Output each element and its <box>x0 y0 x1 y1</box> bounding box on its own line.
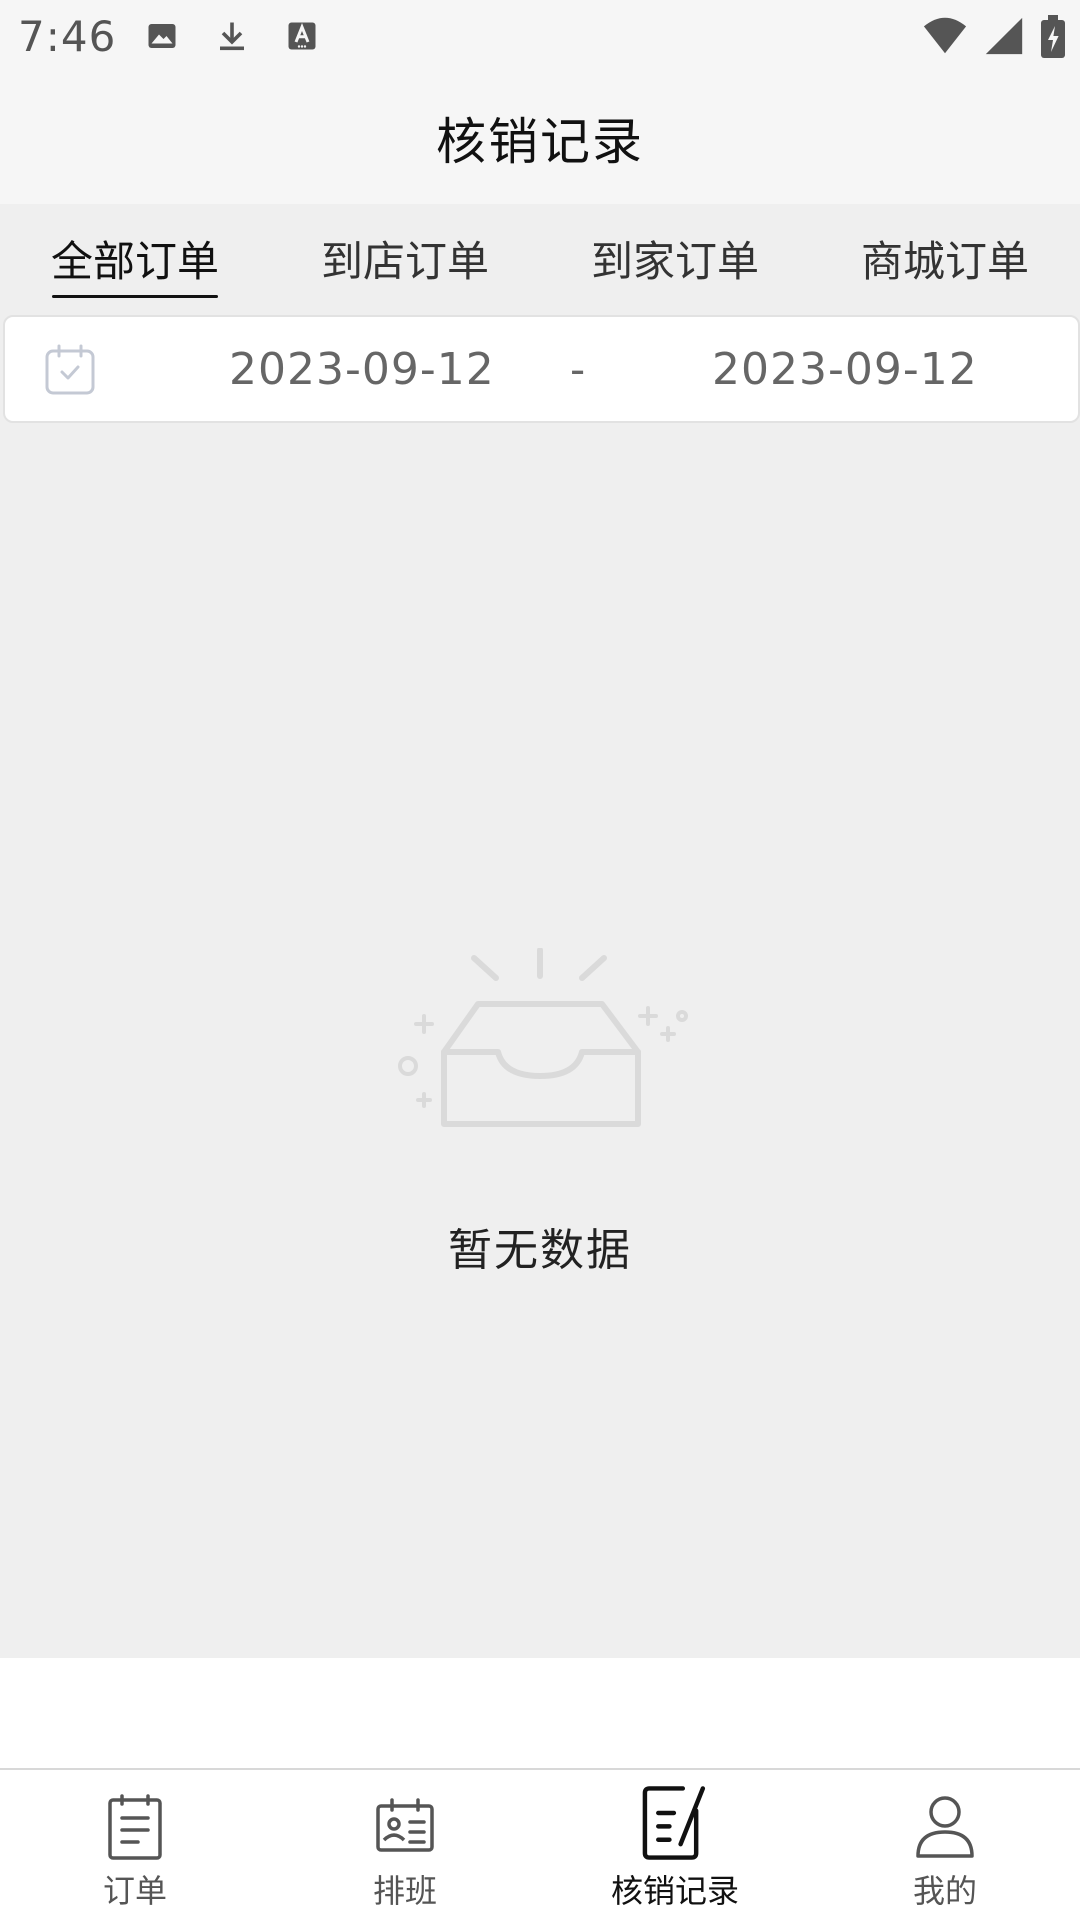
tab-mall-orders[interactable]: 商城订单 <box>810 204 1080 312</box>
nav-item-schedule[interactable]: 排班 <box>270 1770 540 1920</box>
bottom-nav: 订单 排班 核销记录 我的 <box>0 1768 1080 1920</box>
status-time: 7:46 <box>18 11 117 61</box>
tab-all-orders[interactable]: 全部订单 <box>0 204 270 312</box>
wifi-icon <box>923 17 967 54</box>
content-area: 全部订单 到店订单 到家订单 商城订单 2023-09-12 - 2023-09… <box>0 204 1080 1658</box>
signal-icon <box>985 17 1023 55</box>
note-edit-icon <box>642 1786 706 1860</box>
end-date[interactable]: 2023-09-12 <box>712 317 978 421</box>
nav-label-verification-records: 核销记录 <box>610 1872 739 1910</box>
tab-home-orders[interactable]: 到家订单 <box>540 204 810 312</box>
status-icons-right <box>922 14 1066 58</box>
page-title: 核销记录 <box>436 113 644 171</box>
nav-label-mine: 我的 <box>912 1872 977 1910</box>
nav-item-mine[interactable]: 我的 <box>810 1770 1080 1920</box>
tab-store-orders[interactable]: 到店订单 <box>270 204 540 312</box>
calendar-check-icon <box>45 344 95 395</box>
schedule-id-card-icon <box>376 1798 434 1852</box>
nav-item-orders[interactable]: 订单 <box>0 1770 270 1920</box>
user-icon <box>916 1796 974 1858</box>
app-header: 核销记录 <box>0 72 1080 204</box>
nav-label-orders: 订单 <box>102 1872 167 1910</box>
nav-label-schedule: 排班 <box>372 1872 437 1910</box>
status-icons-left <box>144 18 320 54</box>
order-tabs: 全部订单 到店订单 到家订单 商城订单 <box>0 204 1080 312</box>
start-date[interactable]: 2023-09-12 <box>229 317 495 421</box>
date-range-picker[interactable]: 2023-09-12 - 2023-09-12 <box>3 315 1080 423</box>
battery-charging-icon <box>1041 15 1065 58</box>
image-icon <box>148 24 176 48</box>
document-list-icon <box>108 1794 162 1860</box>
date-separator: - <box>570 344 586 394</box>
empty-state-text: 暂无数据 <box>448 1225 632 1276</box>
download-icon <box>220 22 245 51</box>
status-bar: 7:46 <box>0 0 1080 72</box>
empty-box-icon <box>398 948 688 1127</box>
screen: 7:46 核销记录 全部订单 到店订单 到家订单 商城订单 2023-09-12… <box>0 0 1080 1920</box>
nav-item-verification-records[interactable]: 核销记录 <box>540 1770 810 1920</box>
font-a-icon <box>288 22 316 50</box>
